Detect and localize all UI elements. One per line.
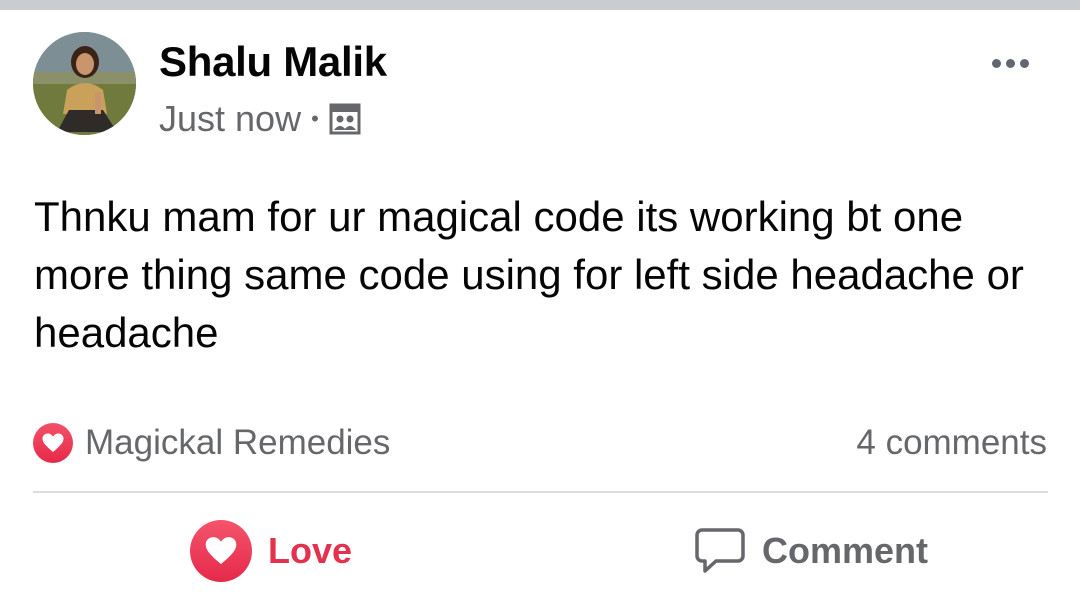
group-icon [329,103,361,135]
love-button[interactable]: Love [190,518,352,584]
post-timestamp[interactable]: Just now [159,98,301,140]
post-meta: Just now • [159,97,361,141]
more-options-button[interactable] [980,48,1040,78]
author-name[interactable]: Shalu Malik [159,38,387,86]
top-separator-strip [0,0,1080,10]
love-icon [190,520,252,582]
comment-bubble-icon [694,526,746,576]
more-dot-icon [991,58,1001,68]
meta-separator: • [311,106,319,131]
avatar-photo [33,32,136,135]
divider [33,491,1048,493]
more-dot-icon [1019,58,1029,68]
love-label: Love [268,530,353,571]
comment-label: Comment [762,530,929,571]
comment-button[interactable]: Comment [694,518,928,584]
reactions-label: Magickal Remedies [85,423,391,462]
comments-count[interactable]: 4 comments [856,420,1047,466]
avatar[interactable] [33,32,136,135]
more-dot-icon [1005,58,1015,68]
post-body: Thnku mam for ur magical code its workin… [34,193,1024,356]
love-reaction-icon [33,423,73,463]
reactions-summary[interactable]: Magickal Remedies [33,420,390,466]
